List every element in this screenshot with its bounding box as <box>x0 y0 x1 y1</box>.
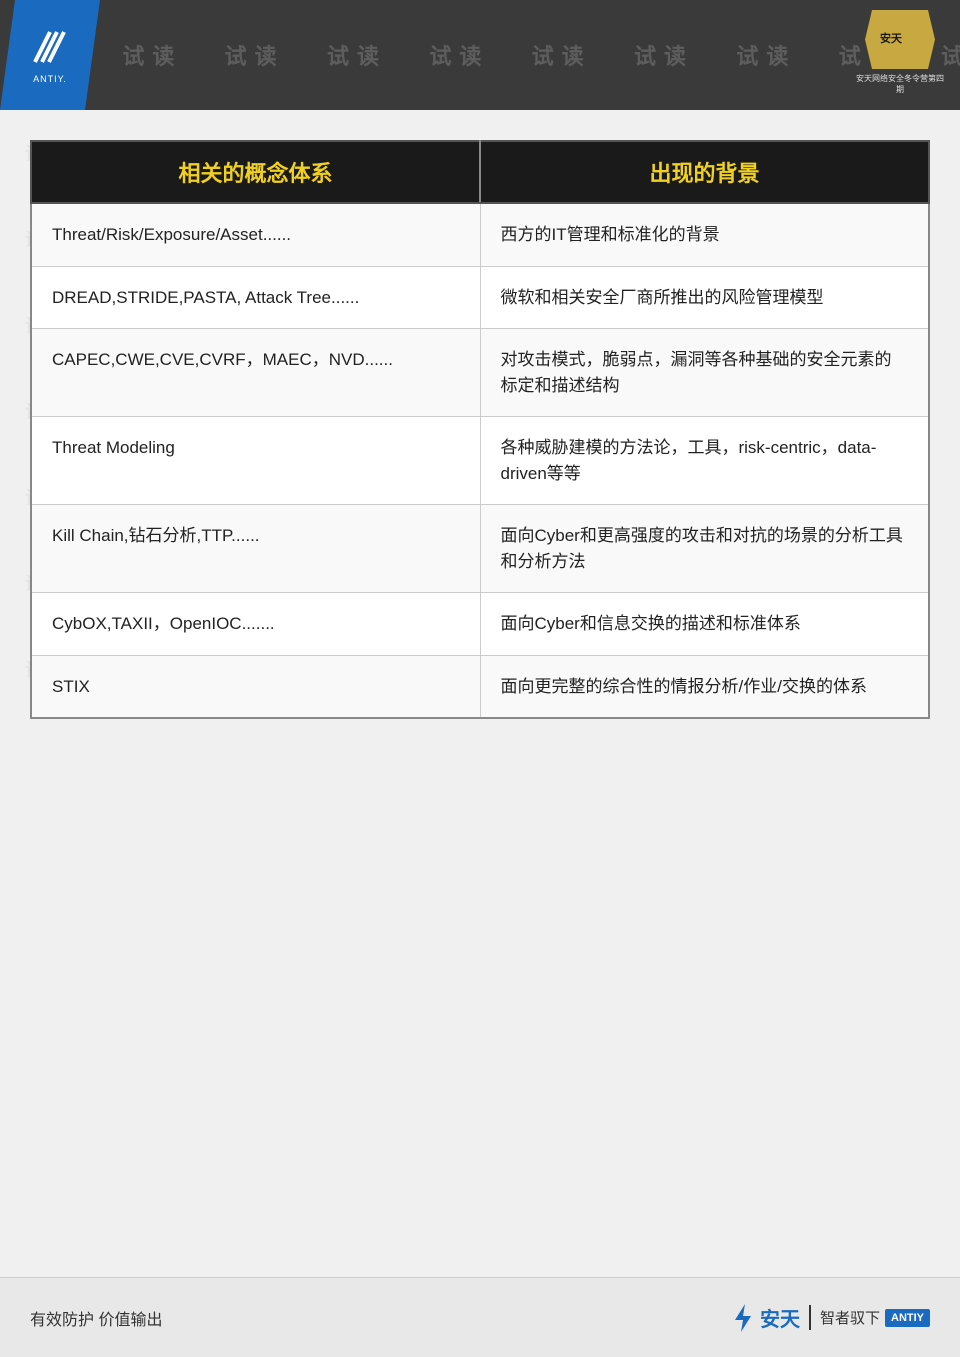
header-logo: ANTIY. <box>0 0 100 110</box>
table-row: DREAD,STRIDE,PASTA, Attack Tree......微软和… <box>31 266 929 329</box>
table-row: CAPEC,CWE,CVE,CVRF，MAEC，NVD......对攻击模式，脆… <box>31 329 929 417</box>
cell-background: 面向Cyber和信息交换的描述和标准体系 <box>480 593 929 656</box>
right-logo-caption: 安天网络安全冬令营第四期 <box>855 73 945 95</box>
cell-background: 各种威胁建模的方法论，工具，risk-centric，data-driven等等 <box>480 417 929 505</box>
cell-concept: Threat/Risk/Exposure/Asset...... <box>31 203 480 266</box>
cell-background: 微软和相关安全厂商所推出的风险管理模型 <box>480 266 929 329</box>
footer-divider <box>809 1305 811 1330</box>
logo-icon <box>30 27 70 70</box>
footer-logo-main: 安天 <box>760 1303 800 1332</box>
header-right-logo: 安天 安天网络安全冬令营第四期 <box>855 10 945 95</box>
footer-logo-sub: 智者驭下 <box>820 1307 880 1328</box>
table-header-row: 相关的概念体系 出现的背景 <box>31 141 929 203</box>
cell-concept: DREAD,STRIDE,PASTA, Attack Tree...... <box>31 266 480 329</box>
col1-header: 相关的概念体系 <box>31 141 480 203</box>
table-row: Threat/Risk/Exposure/Asset......西方的IT管理和… <box>31 203 929 266</box>
table-row: CybOX,TAXII，OpenIOC.......面向Cyber和信息交换的描… <box>31 593 929 656</box>
cell-concept: STIX <box>31 655 480 718</box>
main-content: 相关的概念体系 出现的背景 Threat/Risk/Exposure/Asset… <box>30 140 930 1277</box>
lightning-icon <box>729 1302 757 1334</box>
cell-concept: Threat Modeling <box>31 417 480 505</box>
header: 试读 试读 试读 试读 试读 试读 试读 试读 试读 试读 试读 试读 试读 A… <box>0 0 960 110</box>
table-row: Threat Modeling各种威胁建模的方法论，工具，risk-centri… <box>31 417 929 505</box>
table-row: Kill Chain,钻石分析,TTP......面向Cyber和更高强度的攻击… <box>31 505 929 593</box>
cell-background: 西方的IT管理和标准化的背景 <box>480 203 929 266</box>
cell-concept: CybOX,TAXII，OpenIOC....... <box>31 593 480 656</box>
col2-header: 出现的背景 <box>480 141 929 203</box>
header-watermark-repeat: 试读 试读 试读 试读 试读 试读 试读 试读 试读 试读 试读 试读 试读 <box>0 39 960 71</box>
logo-text: ANTIY. <box>33 74 67 84</box>
footer: 有效防护 价值输出 安天 智者驭下 ANTIY <box>0 1277 960 1357</box>
footer-logo-area: 安天 智者驭下 ANTIY <box>729 1302 930 1334</box>
header-watermarks: 试读 试读 试读 试读 试读 试读 试读 试读 试读 试读 试读 试读 试读 <box>0 0 960 110</box>
cell-concept: Kill Chain,钻石分析,TTP...... <box>31 505 480 593</box>
right-logo-badge: 安天 <box>865 10 935 69</box>
cell-background: 面向Cyber和更高强度的攻击和对抗的场景的分析工具和分析方法 <box>480 505 929 593</box>
footer-badge: ANTIY <box>885 1309 930 1327</box>
cell-concept: CAPEC,CWE,CVE,CVRF，MAEC，NVD...... <box>31 329 480 417</box>
footer-tagline: 有效防护 价值输出 <box>30 1306 162 1330</box>
cell-background: 对攻击模式，脆弱点，漏洞等各种基础的安全元素的标定和描述结构 <box>480 329 929 417</box>
svg-text:安天: 安天 <box>880 31 903 45</box>
cell-background: 面向更完整的综合性的情报分析/作业/交换的体系 <box>480 655 929 718</box>
table-row: STIX面向更完整的综合性的情报分析/作业/交换的体系 <box>31 655 929 718</box>
concept-table: 相关的概念体系 出现的背景 Threat/Risk/Exposure/Asset… <box>30 140 930 719</box>
